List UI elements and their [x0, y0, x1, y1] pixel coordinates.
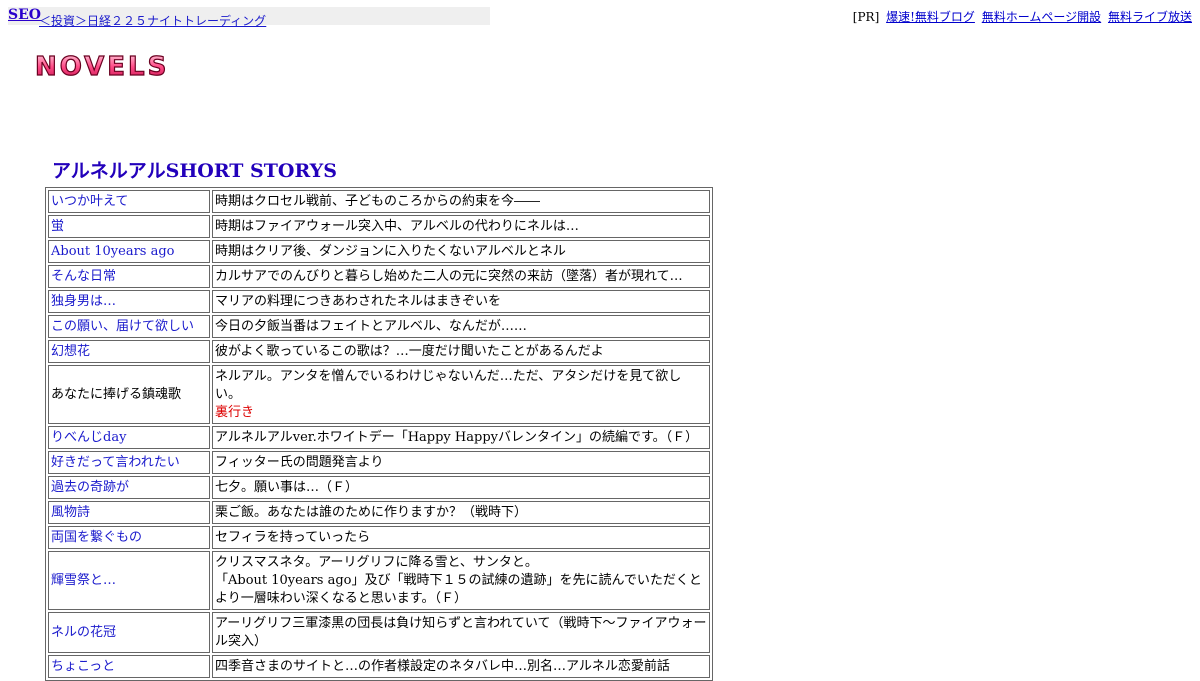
page-heading: アルネルアルSHORT STORYS — [52, 160, 337, 182]
story-description: フィッター氏の問題発言より — [212, 451, 710, 474]
description-text: アーリグリフ三軍漆黒の団長は負け知らずと言われていて（戦時下～ファイアウォール突… — [215, 616, 707, 649]
story-description: 時期はクロセル戦前、子どものころからの約束を今―― — [212, 190, 710, 213]
table-row: この願い、届けて欲しい 今日の夕飯当番はフェイトとアルベル、なんだが…… — [48, 315, 710, 338]
description-text: 四季音さまのサイトと…の作者様設定のネタバレ中…別名…アルネル恋愛前話 — [215, 659, 670, 674]
story-description: ネルアル。アンタを憎んでいるわけじゃないんだ…ただ、アタシだけを見て欲しい。裏行… — [212, 365, 710, 424]
free-homepage-link[interactable]: 無料ホームページ開設 — [982, 10, 1101, 24]
story-description: マリアの料理につきあわされたネルはまきぞいを — [212, 290, 710, 313]
story-title: あなたに捧げる鎮魂歌 — [48, 365, 210, 424]
pr-links: [PR] 爆速!無料ブログ 無料ホームページ開設 無料ライブ放送 — [853, 8, 1192, 25]
table-row: About 10years ago 時期はクリア後、ダンジョンに入りたくないアルベ… — [48, 240, 710, 263]
seo-link[interactable]: SEO — [8, 7, 41, 23]
free-blog-link[interactable]: 爆速!無料ブログ — [886, 10, 975, 24]
story-description: カルサアでのんびりと暮らし始めた二人の元に突然の来訪（墜落）者が現れて… — [212, 265, 710, 288]
story-description: 七夕。願い事は…（Ｆ） — [212, 476, 710, 499]
story-title[interactable]: About 10years ago — [48, 240, 210, 263]
svg-text:NOVELS: NOVELS — [35, 52, 169, 80]
table-row: いつか叶えて 時期はクロセル戦前、子どものころからの約束を今―― — [48, 190, 710, 213]
description-text: ネルアル。アンタを憎んでいるわけじゃないんだ…ただ、アタシだけを見て欲しい。 — [215, 369, 682, 402]
story-description: 栗ご飯。あなたは誰のために作りますか？（戦時下） — [212, 501, 710, 524]
description-text: 七夕。願い事は…（Ｆ） — [215, 480, 359, 495]
table-row: 蛍時期はファイアウォール突入中、アルベルの代わりにネルは… — [48, 215, 710, 238]
description-text: 彼がよく歌っているこの歌は？…一度だけ聞いたことがあるんだよ — [215, 344, 604, 359]
free-live-link[interactable]: 無料ライブ放送 — [1108, 10, 1192, 24]
story-description: 彼がよく歌っているこの歌は？…一度だけ聞いたことがあるんだよ — [212, 340, 710, 363]
table-row: 両国を繋ぐもの セフィラを持っていったら — [48, 526, 710, 549]
table-row: 風物詩 栗ご飯。あなたは誰のために作りますか？（戦時下） — [48, 501, 710, 524]
story-title[interactable]: そんな日常 — [48, 265, 210, 288]
table-row: ちょこっと 四季音さまのサイトと…の作者様設定のネタバレ中…別名…アルネル恋愛前話 — [48, 655, 710, 678]
pr-label: [PR] — [852, 10, 880, 24]
story-description: アルネルアルver.ホワイトデー「Happy Happyバレンタイン」の続編です… — [212, 426, 710, 449]
story-description: 今日の夕飯当番はフェイトとアルベル、なんだが…… — [212, 315, 710, 338]
story-title[interactable]: いつか叶えて — [48, 190, 210, 213]
story-description: クリスマスネタ。アーリグリフに降る雪と、サンタと。「About 10years … — [212, 551, 710, 610]
description-text: カルサアでのんびりと暮らし始めた二人の元に突然の来訪（墜落）者が現れて… — [215, 269, 683, 284]
table-row: 過去の奇跡が 七夕。願い事は…（Ｆ） — [48, 476, 710, 499]
table-row: ネルの花冠 アーリグリフ三軍漆黒の団長は負け知らずと言われていて（戦時下～ファイア… — [48, 612, 710, 653]
story-title[interactable]: 過去の奇跡が — [48, 476, 210, 499]
story-description: アーリグリフ三軍漆黒の団長は負け知らずと言われていて（戦時下～ファイアウォール突… — [212, 612, 710, 653]
novels-logo: NOVELS — [34, 52, 169, 80]
story-description: 時期はファイアウォール突入中、アルベルの代わりにネルは… — [212, 215, 710, 238]
description-text: 栗ご飯。あなたは誰のために作りますか？（戦時下） — [215, 505, 528, 520]
story-title[interactable]: 輝雪祭と… — [48, 551, 210, 610]
table-row: そんな日常 カルサアでのんびりと暮らし始めた二人の元に突然の来訪（墜落）者が現れて… — [48, 265, 710, 288]
story-title[interactable]: 風物詩 — [48, 501, 210, 524]
table-row: 好きだって言われたい フィッター氏の問題発言より — [48, 451, 710, 474]
adult-section-link[interactable]: 裏行き — [215, 405, 254, 420]
description-text: 時期はファイアウォール突入中、アルベルの代わりにネルは… — [215, 219, 579, 234]
description-text: フィッター氏の問題発言より — [215, 455, 384, 470]
description-text: 時期はクリア後、ダンジョンに入りたくないアルベルとネル — [215, 244, 566, 259]
table-row: りべんじday アルネルアルver.ホワイトデー「Happy Happyバレンタイ… — [48, 426, 710, 449]
story-title[interactable]: 蛍 — [48, 215, 210, 238]
breadcrumb-link[interactable]: ＜投資＞日経２２５ナイトトレーディング — [39, 12, 266, 29]
story-title[interactable]: りべんじday — [48, 426, 210, 449]
description-text: アルネルアルver.ホワイトデー「Happy Happyバレンタイン」の続編です… — [215, 430, 699, 445]
table-row: 輝雪祭と… クリスマスネタ。アーリグリフに降る雪と、サンタと。 「About 10y… — [48, 551, 710, 610]
table-row: あなたに捧げる鎮魂歌 ネルアル。アンタを憎んでいるわけじゃないんだ…ただ、アタシだ… — [48, 365, 710, 424]
stories-table: いつか叶えて 時期はクロセル戦前、子どものころからの約束を今―― 蛍時期はファイアウ… — [45, 187, 713, 681]
description-text: クリスマスネタ。アーリグリフに降る雪と、サンタと。 — [215, 555, 538, 570]
table-row: 独身男は… マリアの料理につきあわされたネルはまきぞいを — [48, 290, 710, 313]
story-description: 時期はクリア後、ダンジョンに入りたくないアルベルとネル — [212, 240, 710, 263]
description-text-extra: 「About 10years ago」及び「戦時下１５の試練の遺跡」を先に読んで… — [215, 573, 702, 606]
story-title[interactable]: 好きだって言われたい — [48, 451, 210, 474]
story-description: セフィラを持っていったら — [212, 526, 710, 549]
story-description: 四季音さまのサイトと…の作者様設定のネタバレ中…別名…アルネル恋愛前話 — [212, 655, 710, 678]
story-title[interactable]: ちょこっと — [48, 655, 210, 678]
story-title[interactable]: この願い、届けて欲しい — [48, 315, 210, 338]
story-title[interactable]: 幻想花 — [48, 340, 210, 363]
description-text: マリアの料理につきあわされたネルはまきぞいを — [215, 294, 502, 309]
description-text: 今日の夕飯当番はフェイトとアルベル、なんだが…… — [215, 319, 527, 334]
story-title[interactable]: 両国を繋ぐもの — [48, 526, 210, 549]
story-title[interactable]: ネルの花冠 — [48, 612, 210, 653]
table-row: 幻想花 彼がよく歌っているこの歌は？…一度だけ聞いたことがあるんだよ — [48, 340, 710, 363]
story-title[interactable]: 独身男は… — [48, 290, 210, 313]
description-text: 時期はクロセル戦前、子どものころからの約束を今―― — [215, 194, 541, 209]
breadcrumb-text: ＜投資＞日経２２５ナイトトレーディング — [39, 14, 267, 28]
description-text: セフィラを持っていったら — [215, 530, 371, 545]
